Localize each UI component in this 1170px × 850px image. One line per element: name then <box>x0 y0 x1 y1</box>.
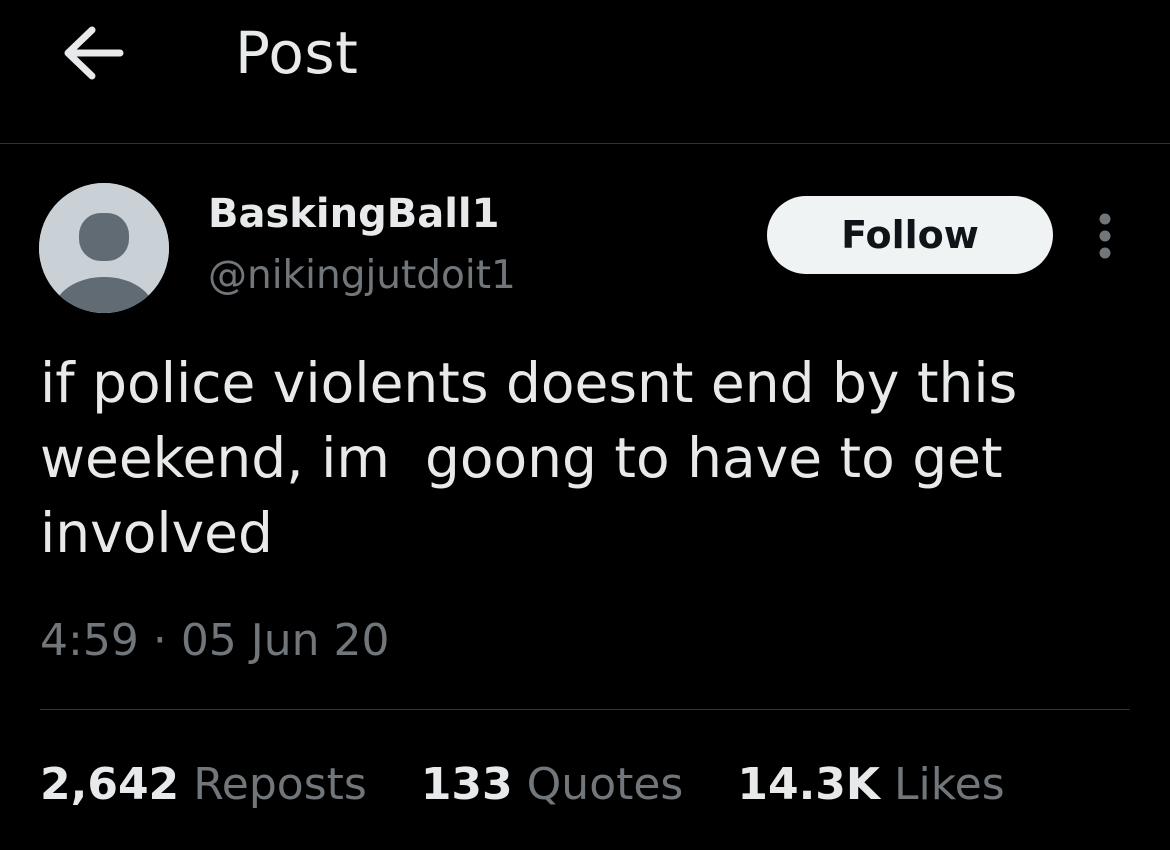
post-header: Post <box>0 0 1170 143</box>
quotes-count: 133 <box>420 759 513 810</box>
author-display-name[interactable]: BaskingBall1 <box>208 193 499 235</box>
post-time: 4:59 <box>40 615 139 666</box>
author-handle[interactable]: @nikingjutdoit1 <box>208 255 516 297</box>
reposts-count: 2,642 <box>40 759 180 810</box>
back-button[interactable] <box>58 22 128 84</box>
meta-separator: · <box>152 615 167 666</box>
reposts-stat[interactable]: 2,642 Reposts <box>40 759 367 812</box>
reposts-label: Reposts <box>193 759 367 810</box>
arrow-left-icon <box>64 26 124 80</box>
likes-stat[interactable]: 14.3K Likes <box>737 759 1004 812</box>
quotes-label: Quotes <box>526 759 684 810</box>
post-date: 05 Jun 20 <box>180 615 390 666</box>
stats-divider <box>40 709 1130 710</box>
quotes-stat[interactable]: 133 Quotes <box>421 759 684 812</box>
page-title: Post <box>235 19 359 87</box>
vertical-ellipsis-icon <box>1099 213 1111 259</box>
engagement-stats: 2,642 Reposts 133 Quotes 14.3K Likes <box>40 759 1045 812</box>
follow-button[interactable]: Follow <box>767 196 1053 274</box>
post-timestamp[interactable]: 4:59 · 05 Jun 20 <box>40 615 390 668</box>
header-divider <box>0 143 1170 144</box>
likes-count: 14.3K <box>737 759 881 810</box>
likes-label: Likes <box>894 759 1005 810</box>
more-options-button[interactable] <box>1088 210 1122 262</box>
post-text: if police violents doesnt end by this we… <box>40 351 1018 565</box>
avatar[interactable] <box>39 183 169 313</box>
default-avatar-icon <box>39 183 169 313</box>
